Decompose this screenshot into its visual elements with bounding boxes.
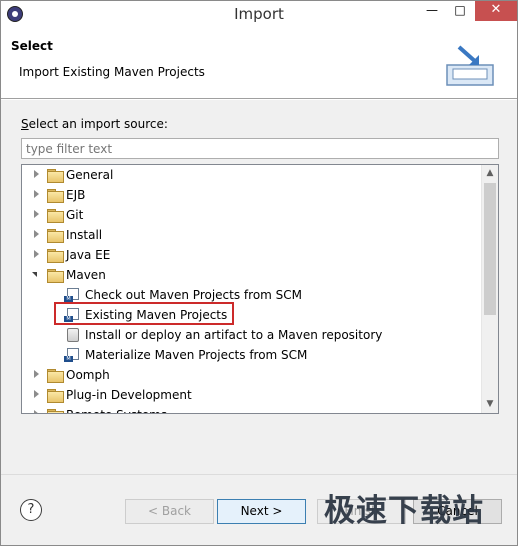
watermark-logo: 极速下载站 xyxy=(324,493,484,529)
tree-item-label: Materialize Maven Projects from SCM xyxy=(85,348,308,362)
folder-icon xyxy=(47,409,64,413)
back-button[interactable]: < Back xyxy=(125,499,214,524)
tree-item[interactable]: Java EE xyxy=(22,245,482,265)
tree-item[interactable]: EJB xyxy=(22,185,482,205)
tree-item[interactable]: Install xyxy=(22,225,482,245)
wizard-content: Select an import source: General EJB Git In… xyxy=(1,100,517,474)
maximize-button[interactable]: □ xyxy=(447,1,473,21)
scroll-down-icon[interactable]: ▼ xyxy=(482,396,498,413)
folder-icon xyxy=(47,229,64,243)
folder-icon xyxy=(47,269,64,283)
folder-icon xyxy=(47,249,64,263)
wizard-banner: Select Import Existing Maven Projects xyxy=(1,29,517,99)
close-button[interactable]: ✕ xyxy=(475,1,517,21)
tree-item[interactable]: Maven xyxy=(22,265,482,285)
tree-item-label: Install xyxy=(66,228,103,242)
scrollbar-thumb[interactable] xyxy=(484,183,496,315)
tree-item-label: Git xyxy=(66,208,84,222)
tree-item-label: Install or deploy an artifact to a Maven… xyxy=(85,328,383,342)
import-source-tree[interactable]: General EJB Git Install Java EE Maven M Check o… xyxy=(21,164,499,414)
tree-item-label: Plug-in Development xyxy=(66,388,192,402)
page-title: Select xyxy=(11,39,53,53)
collapsed-arrow-icon[interactable] xyxy=(34,250,39,258)
import-wizard-icon xyxy=(446,45,494,86)
maven-project-icon: M xyxy=(64,288,80,302)
import-source-label-text: elect an import source: xyxy=(28,117,168,131)
artifact-jar-icon xyxy=(67,328,79,342)
tree-item[interactable]: M Materialize Maven Projects from SCM xyxy=(22,345,482,365)
folder-icon xyxy=(47,189,64,203)
tree-scrollbar[interactable]: ▲ ▼ xyxy=(481,165,498,413)
scroll-up-icon[interactable]: ▲ xyxy=(482,165,498,182)
collapsed-arrow-icon[interactable] xyxy=(34,410,39,413)
collapsed-arrow-icon[interactable] xyxy=(34,390,39,398)
tree-item-label: General xyxy=(66,168,114,182)
tree-item[interactable]: Plug-in Development xyxy=(22,385,482,405)
collapsed-arrow-icon[interactable] xyxy=(34,190,39,198)
collapsed-arrow-icon[interactable] xyxy=(34,230,39,238)
next-button[interactable]: Next > xyxy=(217,499,306,524)
tree-item-label: Maven xyxy=(66,268,106,282)
folder-icon xyxy=(47,369,64,383)
page-description: Import Existing Maven Projects xyxy=(19,65,205,79)
tree-item-label: Oomph xyxy=(66,368,110,382)
expanded-arrow-icon[interactable] xyxy=(32,272,37,277)
collapsed-arrow-icon[interactable] xyxy=(34,210,39,218)
help-button[interactable]: ? xyxy=(20,499,42,521)
selection-highlight xyxy=(54,302,234,325)
tree-item[interactable]: Remote Systems xyxy=(22,405,482,413)
tree-item[interactable]: General xyxy=(22,165,482,185)
folder-icon xyxy=(47,169,64,183)
filter-input[interactable] xyxy=(21,138,499,159)
folder-icon xyxy=(47,209,64,223)
tree-item-label: EJB xyxy=(66,188,86,202)
collapsed-arrow-icon[interactable] xyxy=(34,170,39,178)
import-dialog: Import — □ ✕ Select Import Existing Mave… xyxy=(0,0,518,546)
collapsed-arrow-icon[interactable] xyxy=(34,370,39,378)
maven-badge: M xyxy=(64,356,73,362)
button-bar: ? < Back Next > Finish Cancel 极速下载站 xyxy=(1,475,517,545)
title-bar: Import — □ ✕ xyxy=(1,1,517,29)
import-source-label: Select an import source: xyxy=(21,117,168,131)
tree-item[interactable]: Git xyxy=(22,205,482,225)
minimize-button[interactable]: — xyxy=(419,1,445,21)
folder-icon xyxy=(47,389,64,403)
tree-item-label: Remote Systems xyxy=(66,405,167,413)
tree-item[interactable]: Oomph xyxy=(22,365,482,385)
mnemonic-letter: S xyxy=(21,117,29,131)
maven-project-icon: M xyxy=(64,348,80,362)
tree-item[interactable]: Install or deploy an artifact to a Maven… xyxy=(22,325,482,345)
tree-item-label: Java EE xyxy=(66,248,111,262)
